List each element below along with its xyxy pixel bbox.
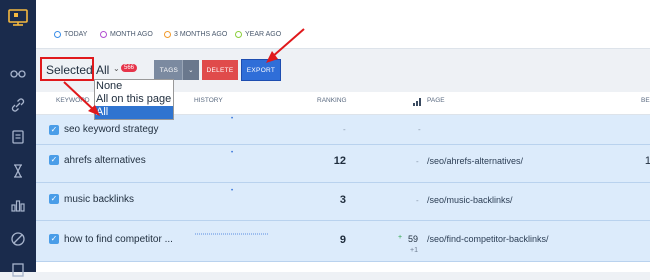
row-keyword[interactable]: seo keyword strategy (64, 124, 159, 135)
hourglass-icon[interactable] (9, 162, 27, 180)
selected-label: Selected (46, 63, 93, 77)
legend-month-ago[interactable]: MONTH AGO (100, 31, 153, 38)
count-badge: 566 (121, 64, 138, 72)
row-ranking: 9 (339, 234, 346, 246)
chevron-down-icon: ⌄ (188, 67, 194, 74)
annotation-arrow-icon (266, 28, 305, 63)
row-ranking: 12 (333, 155, 346, 167)
row-keyword[interactable]: music backlinks (64, 194, 134, 205)
row-ranking: - (343, 125, 346, 134)
chevron-down-icon[interactable]: ⌄ (113, 64, 120, 73)
legend-month-ago-label: MONTH AGO (110, 31, 153, 38)
row-ranking: 3 (339, 194, 346, 206)
table-row[interactable]: ✓ music backlinks • 3 - /seo/music-backl… (36, 183, 650, 221)
row-delta: - (416, 157, 419, 166)
table-row[interactable]: ✓ ahrefs alternatives • 12 - /seo/ahrefs… (36, 145, 650, 183)
sidebar (0, 0, 36, 277)
table-row[interactable]: ✓ how to find competitor ... 9 + 59 +1 /… (36, 221, 650, 262)
signal-bars-icon (413, 98, 421, 106)
annotation-arrow-icon (63, 81, 100, 116)
row-checkbox[interactable]: ✓ (49, 194, 59, 204)
clipboard-icon[interactable] (9, 128, 27, 146)
delete-button[interactable]: DELETE (202, 60, 238, 80)
table-row-partial (36, 262, 650, 272)
row-keyword[interactable]: how to find competitor ... (64, 234, 173, 245)
row-delta-sub: +1 (410, 247, 418, 254)
row-delta: - (416, 196, 419, 205)
today-radio-icon[interactable] (54, 31, 61, 38)
top-bar (36, 0, 650, 23)
three-months-ago-radio-icon[interactable] (164, 31, 171, 38)
history-dot: • (231, 116, 234, 122)
row-checkbox[interactable]: ✓ (49, 155, 59, 165)
history-dot: • (231, 188, 234, 194)
tags-label: TAGS (159, 66, 179, 74)
col-ranking[interactable]: RANKING (317, 97, 347, 104)
row-page: - (418, 125, 421, 134)
history-legend: TODAY MONTH AGO 3 MONTHS AGO YEAR AGO (36, 22, 650, 49)
row-page[interactable]: /seo/music-backlinks/ (427, 195, 513, 205)
bar-chart-icon[interactable] (9, 196, 27, 214)
row-checkbox[interactable]: ✓ (49, 125, 59, 135)
year-ago-radio-icon[interactable] (235, 31, 242, 38)
row-page[interactable]: /seo/find-competitor-backlinks/ (427, 234, 549, 244)
history-dot: • (231, 150, 234, 156)
doc-icon[interactable] (9, 262, 27, 280)
glasses-icon[interactable] (9, 64, 27, 82)
monitor-logo-icon[interactable] (6, 8, 30, 28)
row-extra: 1 (644, 155, 650, 167)
row-checkbox[interactable]: ✓ (49, 234, 59, 244)
link-icon[interactable] (9, 96, 27, 114)
history-line (195, 233, 269, 235)
disabled-icon[interactable] (9, 230, 27, 248)
row-delta-up: + (398, 234, 403, 241)
col-cut[interactable]: BE (641, 97, 650, 104)
col-history[interactable]: HISTORY (194, 97, 223, 104)
row-delta-value: 59 (408, 234, 419, 244)
month-ago-radio-icon[interactable] (100, 31, 107, 38)
legend-three-months-ago[interactable]: 3 MONTHS AGO (164, 31, 227, 38)
legend-today[interactable]: TODAY (54, 31, 87, 38)
selected-value[interactable]: All (96, 63, 109, 77)
row-page[interactable]: /seo/ahrefs-alternatives/ (427, 156, 523, 166)
col-page[interactable]: PAGE (427, 97, 445, 104)
row-keyword[interactable]: ahrefs alternatives (64, 155, 146, 166)
legend-three-months-ago-label: 3 MONTHS AGO (174, 31, 228, 38)
legend-today-label: TODAY (64, 31, 88, 38)
tags-dropdown-button[interactable]: ⌄ (182, 60, 199, 80)
